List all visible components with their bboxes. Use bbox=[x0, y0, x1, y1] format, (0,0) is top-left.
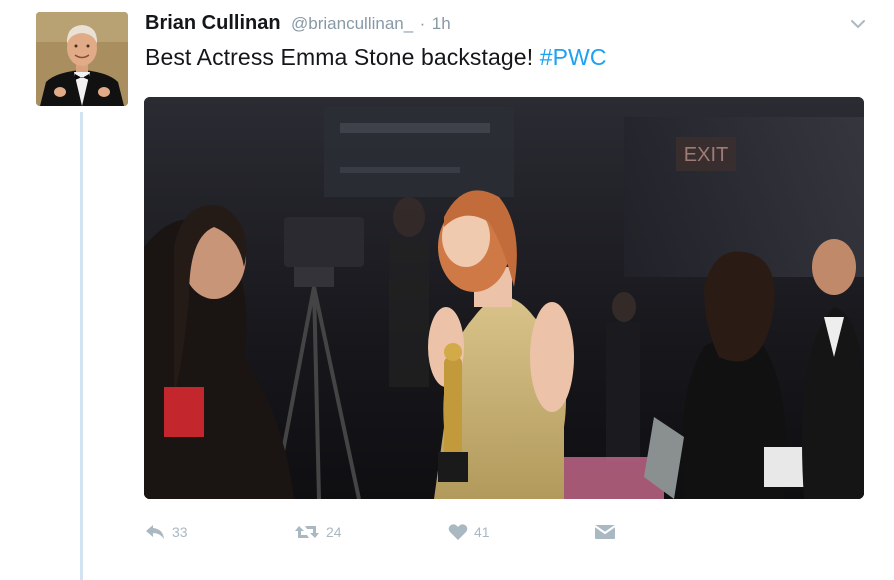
reply-icon bbox=[144, 523, 166, 541]
tweet[interactable]: Brian Cullinan @briancullinan_ · 1h Best… bbox=[0, 0, 894, 580]
avatar[interactable] bbox=[36, 12, 128, 106]
separator: · bbox=[419, 14, 426, 33]
thread-line bbox=[80, 112, 83, 580]
display-name[interactable]: Brian Cullinan bbox=[145, 12, 281, 34]
tweet-photo[interactable]: EXIT bbox=[144, 97, 864, 499]
direct-message-button[interactable] bbox=[594, 520, 616, 544]
reply-count: 33 bbox=[172, 524, 188, 540]
retweet-count: 24 bbox=[326, 524, 342, 540]
exit-sign-text: EXIT bbox=[684, 144, 728, 166]
like-button[interactable]: 41 bbox=[448, 520, 490, 544]
tweet-text: Best Actress Emma Stone backstage! #PWC bbox=[145, 44, 607, 71]
tweet-text-body: Best Actress Emma Stone backstage! bbox=[145, 44, 540, 70]
tweet-header: Brian Cullinan @briancullinan_ · 1h bbox=[145, 12, 451, 40]
handle[interactable]: @briancullinan_ bbox=[291, 14, 413, 33]
direct-message-icon bbox=[594, 524, 616, 540]
retweet-button[interactable]: 24 bbox=[294, 520, 342, 544]
heart-icon bbox=[448, 523, 468, 541]
like-count: 41 bbox=[474, 524, 490, 540]
reply-button[interactable]: 33 bbox=[144, 520, 188, 544]
photo-image: EXIT bbox=[144, 97, 864, 499]
retweet-icon bbox=[294, 523, 320, 541]
avatar-image bbox=[36, 12, 128, 106]
hashtag-link[interactable]: #PWC bbox=[540, 44, 607, 70]
caret-down-icon[interactable] bbox=[848, 14, 868, 34]
timestamp[interactable]: 1h bbox=[432, 14, 451, 33]
